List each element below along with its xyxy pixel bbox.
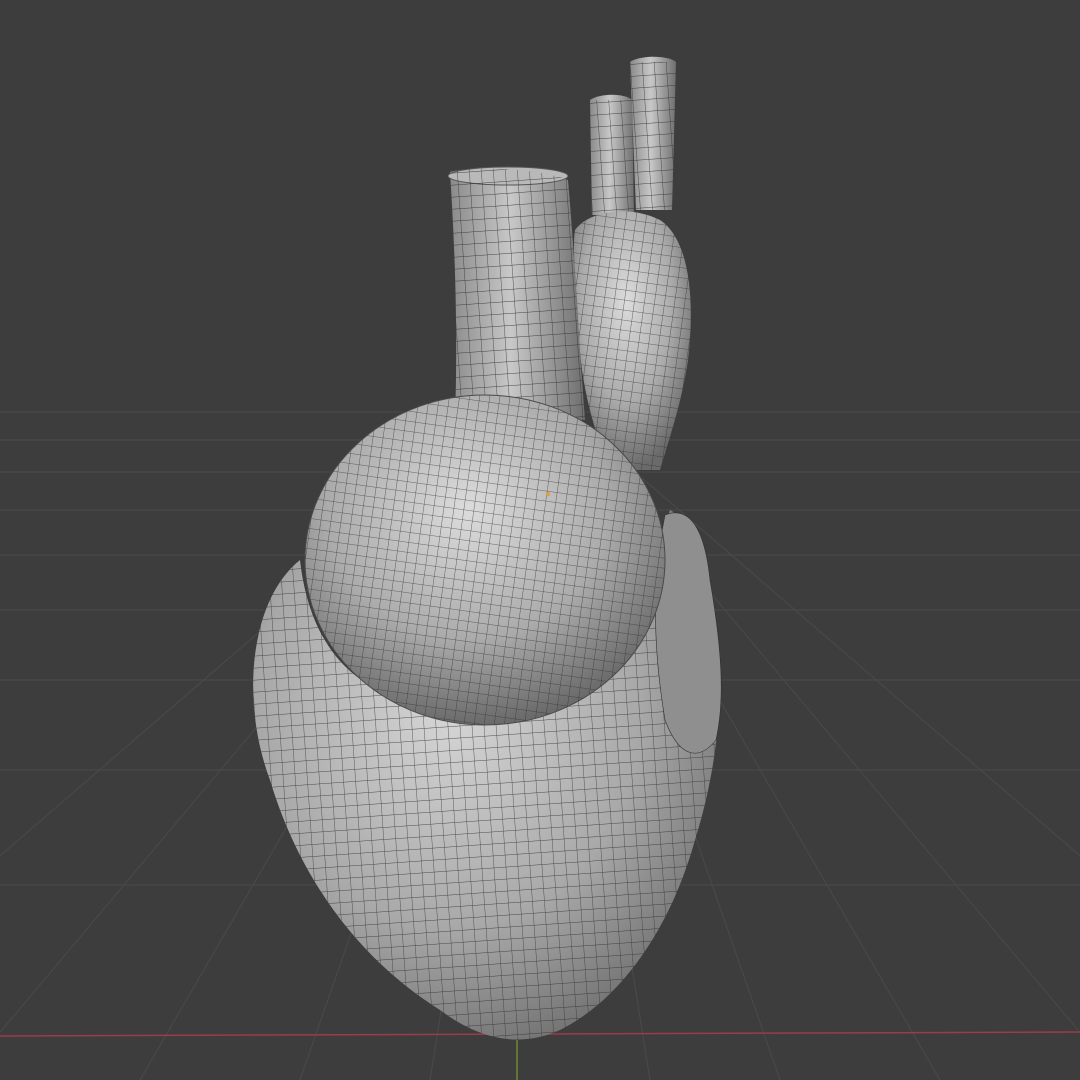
side-lobe[interactable]: [655, 512, 722, 754]
3d-viewport[interactable]: [0, 0, 1080, 1080]
origin-marker: [545, 491, 551, 497]
pulmonary-vessel[interactable]: [440, 160, 590, 430]
heart-mesh-object[interactable]: [230, 50, 730, 1060]
vessel-tubes[interactable]: [580, 50, 690, 230]
viewport-canvas[interactable]: [0, 0, 1080, 1080]
